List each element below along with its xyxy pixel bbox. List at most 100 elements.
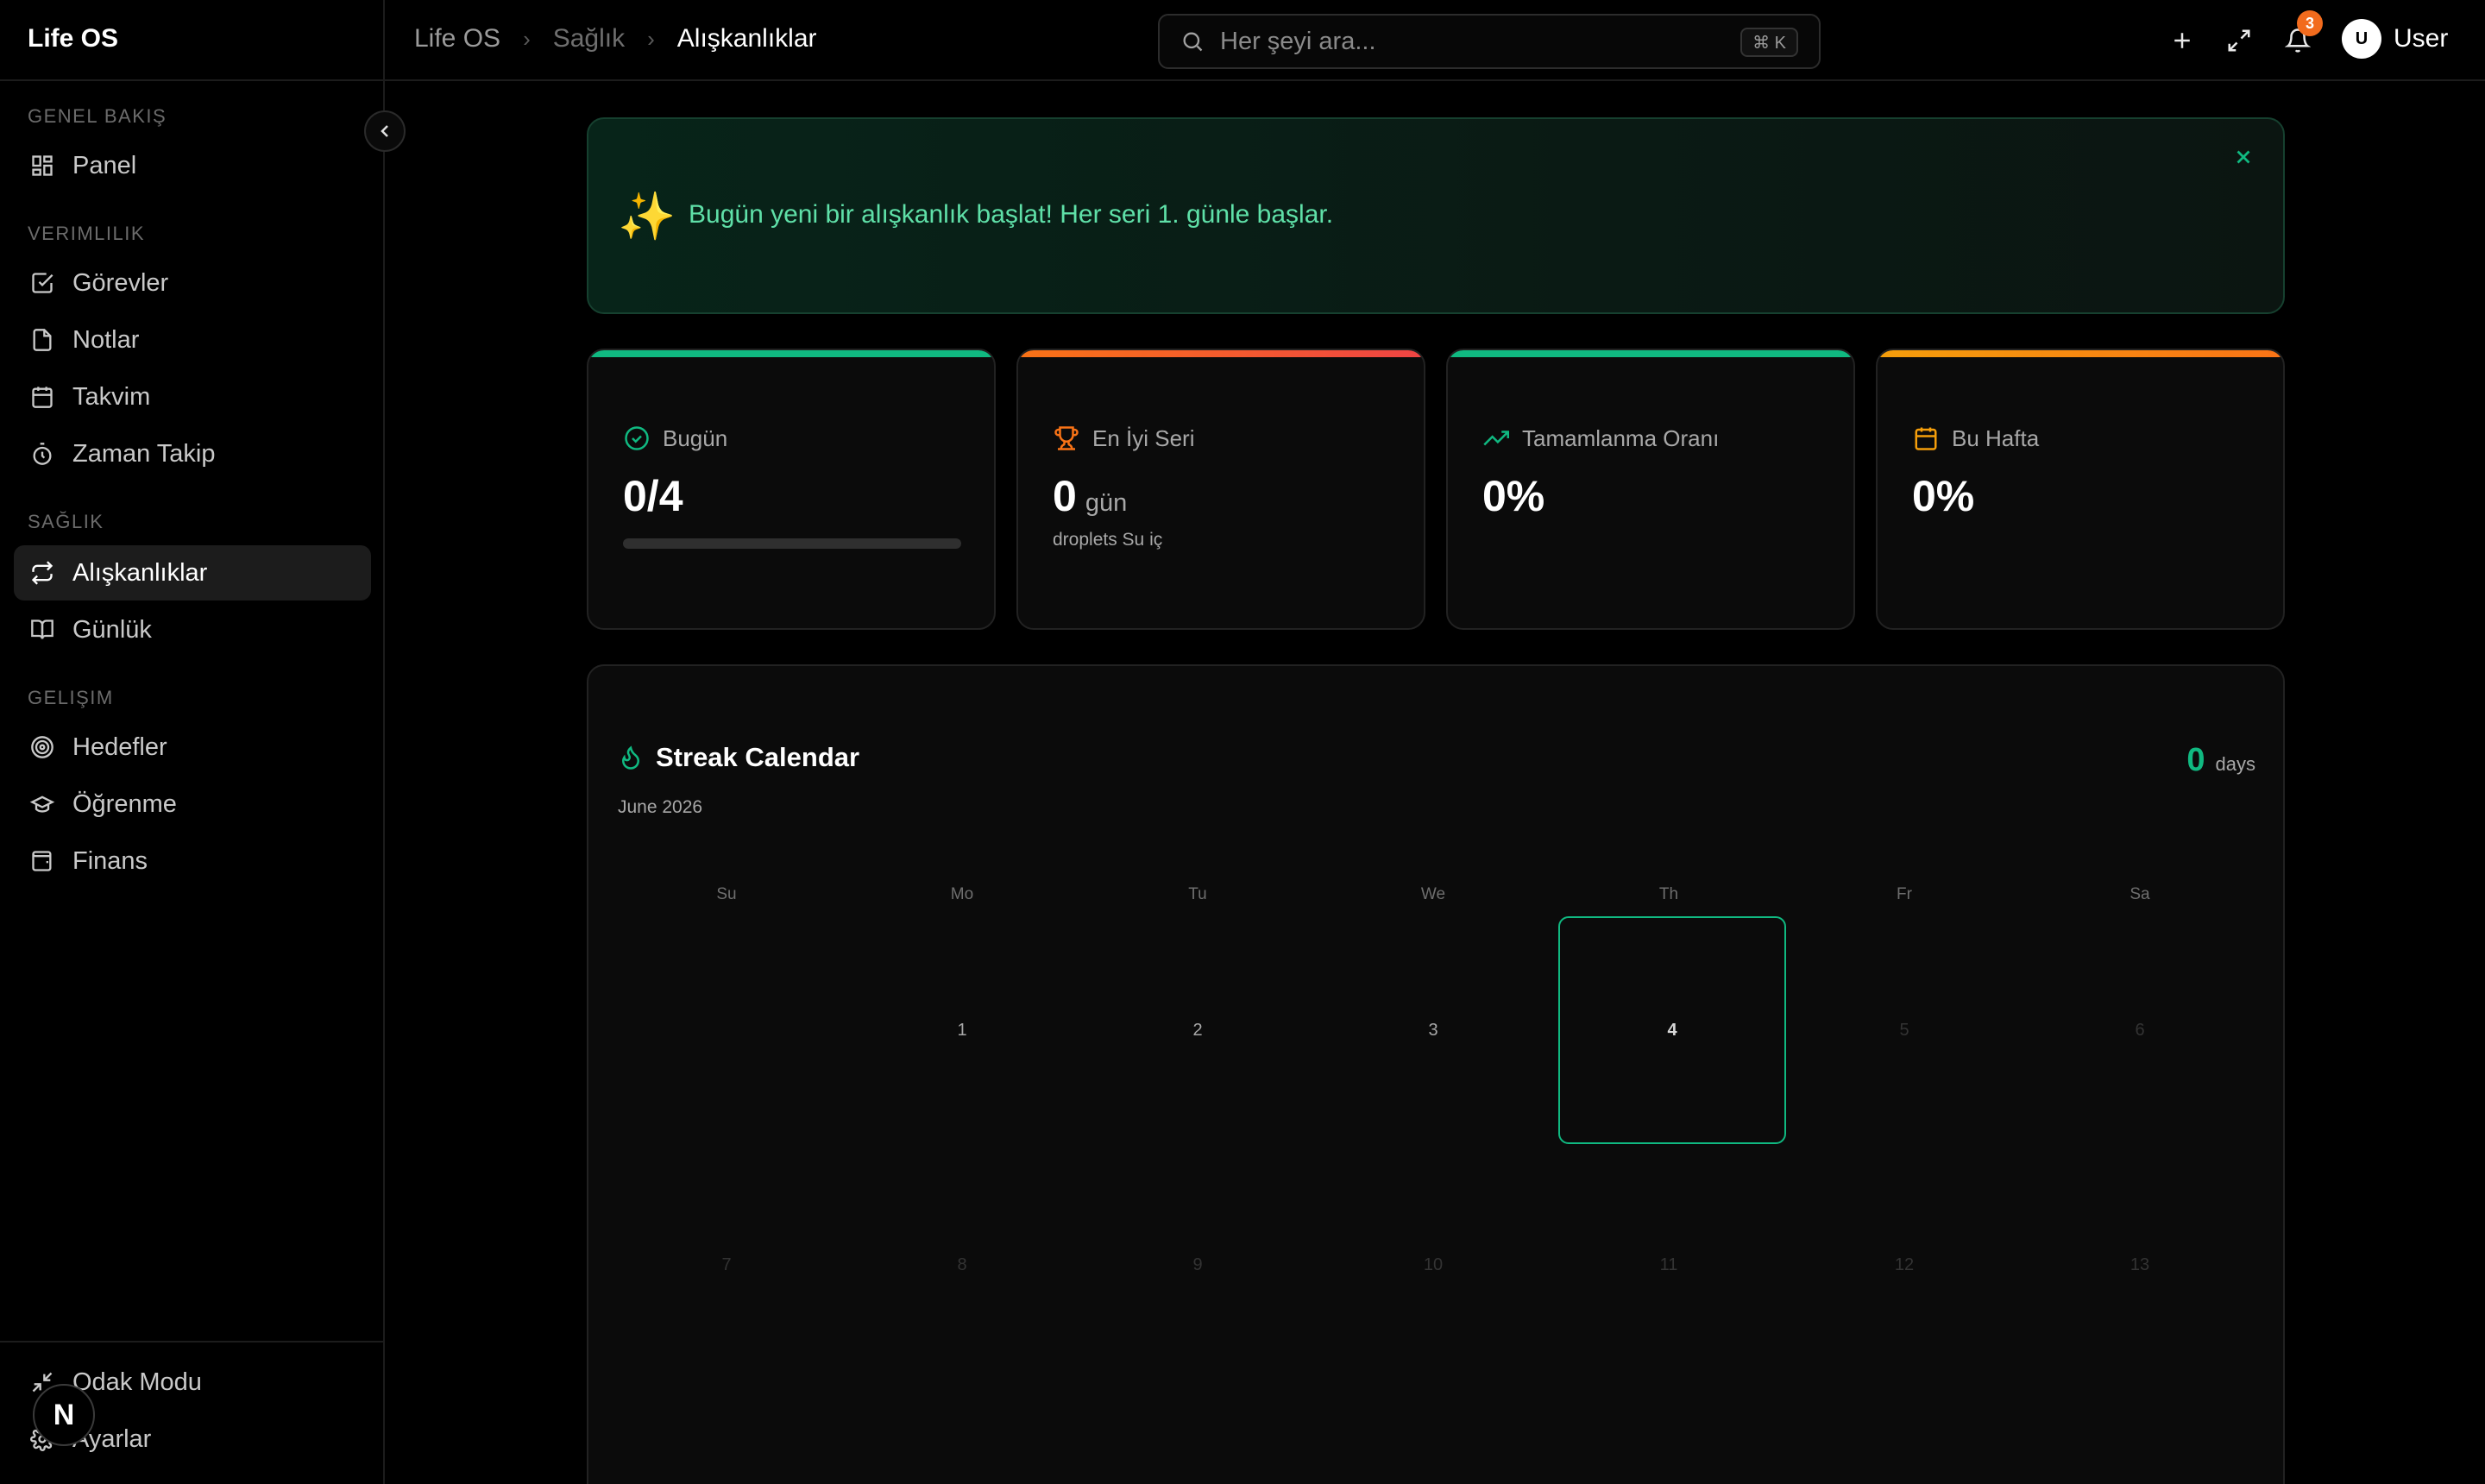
- section-label-health: SAĞLIK: [28, 511, 104, 532]
- weekday-header: Th: [1658, 885, 1679, 903]
- stat-value: 0%: [1482, 472, 1545, 520]
- user-name: User: [2394, 24, 2449, 53]
- breadcrumb-item-home[interactable]: Life OS: [414, 24, 500, 53]
- breadcrumb-item-current: Alışkanlıklar: [676, 24, 817, 53]
- timer-icon: [28, 439, 57, 468]
- stat-label: En İyi Seri: [1092, 424, 1195, 451]
- weekday-header: Mo: [950, 885, 974, 903]
- search-icon: [1180, 29, 1205, 53]
- calendar-icon: [1912, 424, 1940, 452]
- target-icon: [28, 733, 57, 762]
- weekday-header: Fr: [1897, 885, 1912, 903]
- floating-n-badge[interactable]: N: [33, 1384, 95, 1446]
- breadcrumb-item-section[interactable]: Sağlık: [553, 24, 625, 53]
- motivation-banner: ✨ Bugün yeni bir alışkanlık başlat! Her …: [587, 117, 2285, 314]
- sidebar-item-label: Finans: [72, 846, 148, 875]
- calendar-day[interactable]: 7: [613, 1151, 840, 1379]
- sidebar-item-zaman-takip[interactable]: Zaman Takip: [14, 426, 371, 481]
- sidebar-item-label: Alışkanlıklar: [72, 558, 208, 587]
- book-open-icon: [28, 615, 57, 645]
- streak-calendar: Streak Calendar June 2026 0 days Su Mo T…: [587, 664, 2285, 1484]
- add-button[interactable]: [2162, 21, 2202, 60]
- sidebar-item-takvim[interactable]: Takvim: [14, 369, 371, 424]
- calendar-day[interactable]: 5: [1790, 916, 2018, 1144]
- calendar-day[interactable]: 10: [1319, 1151, 1547, 1379]
- calendar-day[interactable]: 6: [2026, 916, 2254, 1144]
- banner-close-button[interactable]: [2228, 141, 2259, 173]
- sidebar-item-aliskanliklar[interactable]: Alışkanlıklar: [14, 545, 371, 601]
- stat-value: 0: [1053, 472, 1077, 520]
- stat-progress-bar: [623, 538, 961, 549]
- calendar-day[interactable]: 3: [1319, 916, 1547, 1144]
- calendar-day[interactable]: 12: [1790, 1151, 2018, 1379]
- sparkles-icon: ✨: [618, 191, 676, 242]
- sidebar-collapse-button[interactable]: [364, 110, 406, 152]
- stat-unit: gün: [1085, 489, 1128, 517]
- streak-unit: days: [2215, 753, 2255, 775]
- search-placeholder: Her şeyi ara...: [1220, 27, 1376, 55]
- layout-grid-icon: [28, 151, 57, 180]
- check-square-icon: [28, 268, 57, 298]
- fullscreen-button[interactable]: [2219, 21, 2259, 60]
- sidebar-item-label: Notlar: [72, 325, 140, 354]
- calendar-day[interactable]: 1: [848, 916, 1076, 1144]
- trophy-icon: [1053, 424, 1080, 452]
- stat-card-this-week: Bu Hafta 0%: [1876, 349, 2285, 630]
- sidebar-item-ogrenme[interactable]: Öğrenme: [14, 777, 371, 832]
- sidebar-item-panel[interactable]: Panel: [14, 138, 371, 193]
- wallet-icon: [28, 846, 57, 876]
- graduation-cap-icon: [28, 789, 57, 819]
- sidebar-item-label: Öğrenme: [72, 789, 177, 818]
- weekday-header: Su: [716, 885, 737, 903]
- search-input[interactable]: Her şeyi ara... ⌘ K: [1158, 14, 1821, 69]
- close-icon: [2232, 146, 2255, 168]
- stat-accent-bar: [588, 350, 994, 357]
- sidebar-item-label: Takvim: [72, 382, 151, 411]
- maximize-icon: [2226, 28, 2252, 53]
- calendar-day[interactable]: 9: [1084, 1151, 1312, 1379]
- calendar-day[interactable]: 13: [2026, 1151, 2254, 1379]
- calendar-title: Streak Calendar: [656, 742, 860, 772]
- notification-count-badge: 3: [2297, 10, 2323, 36]
- weekday-header: Sa: [2130, 885, 2150, 903]
- plus-icon: [2169, 28, 2195, 53]
- flame-icon: [618, 745, 644, 770]
- stat-card-today: Bugün 0/4: [587, 349, 996, 630]
- sidebar-item-finans[interactable]: Finans: [14, 833, 371, 889]
- sidebar-item-label: Panel: [72, 151, 137, 179]
- stat-accent-bar: [1878, 350, 2283, 357]
- banner-text: Bugün yeni bir alışkanlık başlat! Her se…: [689, 200, 1334, 229]
- sidebar-item-label: Günlük: [72, 615, 152, 644]
- repeat-icon: [28, 558, 57, 588]
- calendar-day[interactable]: 11: [1555, 1151, 1783, 1379]
- search-shortcut-hint: ⌘ K: [1740, 28, 1798, 57]
- stat-label: Bugün: [663, 424, 728, 451]
- chevron-right-icon: ›: [647, 25, 655, 52]
- file-icon: [28, 325, 57, 355]
- sidebar-divider: [0, 79, 385, 81]
- stat-accent-bar: [1018, 350, 1424, 357]
- notifications-button[interactable]: 3: [2278, 10, 2323, 60]
- stat-label: Tamamlanma Oranı: [1522, 424, 1720, 451]
- sidebar-item-hedefler[interactable]: Hedefler: [14, 720, 371, 775]
- calendar-day-today[interactable]: 4: [1558, 916, 1786, 1144]
- calendar-day[interactable]: 2: [1084, 916, 1312, 1144]
- sidebar-item-notlar[interactable]: Notlar: [14, 312, 371, 368]
- user-menu[interactable]: U User: [2342, 19, 2448, 59]
- trending-up-icon: [1482, 424, 1510, 452]
- section-label-productivity: VERIMLILIK: [28, 223, 146, 244]
- sidebar-item-label: Odak Modu: [72, 1368, 202, 1396]
- section-label-growth: GELIŞIM: [28, 687, 114, 708]
- sidebar-item-gorevler[interactable]: Görevler: [14, 255, 371, 311]
- stat-accent-bar: [1448, 350, 1853, 357]
- avatar: U: [2342, 19, 2381, 59]
- breadcrumb: Life OS › Sağlık › Alışkanlıklar: [414, 24, 817, 53]
- sidebar-item-gunluk[interactable]: Günlük: [14, 602, 371, 657]
- stat-value: 0/4: [623, 472, 683, 520]
- calendar-icon: [28, 382, 57, 412]
- calendar-day[interactable]: 8: [848, 1151, 1076, 1379]
- sidebar-item-label: Hedefler: [72, 733, 167, 761]
- weekday-header: Tu: [1188, 885, 1207, 903]
- calendar-streak-count: 0 days: [2186, 742, 2255, 779]
- streak-value: 0: [2186, 742, 2205, 778]
